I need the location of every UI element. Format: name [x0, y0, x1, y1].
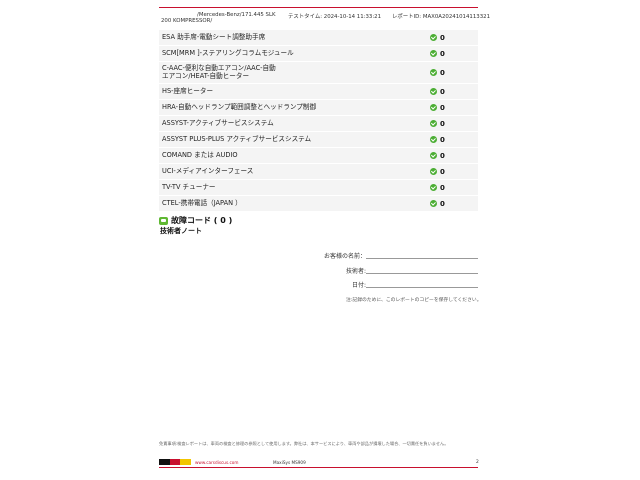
customer-name-line [366, 258, 478, 259]
message-icon [159, 216, 168, 225]
fault-count: 0 [440, 33, 445, 42]
fault-code-title: 故障コード ( 0 ) [171, 216, 233, 225]
date-label: 日付: [351, 282, 366, 289]
table-row: ASSYST PLUS-PLUS アクティブサービスシステム 0 [159, 132, 478, 148]
system-name: SCM[MRM ]-ステアリングコラムモジュール [162, 48, 294, 57]
ok-check-icon [430, 120, 437, 127]
device-model: MaxiSys MS909 [273, 460, 306, 465]
ok-check-icon [430, 50, 437, 57]
table-row: ESA 助手席-電動シート調整助手席 0 [159, 30, 478, 46]
fault-count: 0 [440, 103, 445, 112]
ok-check-icon [430, 136, 437, 143]
system-name: UCI-メディアインターフェース [162, 166, 254, 175]
fault-count: 0 [440, 135, 445, 144]
fault-count: 0 [440, 49, 445, 58]
page-number: 2 [476, 460, 479, 465]
disclaimer: 免責事項:検査レポートは、車両の検査と修理の参照として使用します。弊社は、本サー… [159, 441, 449, 446]
table-row: SCM[MRM ]-ステアリングコラムモジュール 0 [159, 46, 478, 62]
system-name: HRA-自動ヘッドランプ範囲調整とヘッドランプ制御 [162, 102, 317, 111]
system-name: CTEL-携帯電話（JAPAN ） [162, 198, 242, 207]
test-time: テストタイム: 2024-10-14 11:33:21 [288, 14, 382, 20]
technician-label: 技術者: [345, 268, 366, 275]
system-name: COMAND または AUDIO [162, 150, 238, 159]
ok-check-icon [430, 168, 437, 175]
fault-count: 0 [440, 68, 445, 77]
website-link[interactable]: www.carsdiscus.com [195, 460, 238, 465]
table-row: TV-TV チューナー 0 [159, 180, 478, 196]
ok-check-icon [430, 69, 437, 76]
system-name: ASSYST PLUS-PLUS アクティブサービスシステム [162, 134, 312, 143]
ok-check-icon [430, 88, 437, 95]
fault-count: 0 [440, 151, 445, 160]
ok-check-icon [430, 152, 437, 159]
ok-check-icon [430, 104, 437, 111]
system-name: ASSYST-アクティブサービスシステム [162, 118, 274, 127]
vehicle-info-cont: 200 KOMPRESSOR/ [161, 18, 213, 24]
ok-check-icon [430, 184, 437, 191]
system-name: ESA 助手席-電動シート調整助手席 [162, 32, 266, 41]
fault-count: 0 [440, 119, 445, 128]
header-rule [159, 7, 478, 8]
fault-count: 0 [440, 199, 445, 208]
system-results-table: ESA 助手席-電動シート調整助手席 0 SCM[MRM ]-ステアリングコラム… [159, 30, 478, 212]
fault-count: 0 [440, 183, 445, 192]
fault-count: 0 [440, 167, 445, 176]
table-row: CTEL-携帯電話（JAPAN ） 0 [159, 196, 478, 212]
system-name: TV-TV チューナー [162, 182, 216, 191]
system-name: C-AAC-便利な自動エアコン/AAC-自動エアコン/HEAT-自動ヒーター [162, 63, 276, 80]
date-line [366, 287, 478, 288]
table-row: C-AAC-便利な自動エアコン/AAC-自動エアコン/HEAT-自動ヒーター 0 [159, 62, 478, 84]
customer-name-label: お客様の名前： [323, 253, 366, 260]
report-id: レポートID: MAX0A20241014113321 [392, 14, 490, 20]
table-row: COMAND または AUDIO 0 [159, 148, 478, 164]
ok-check-icon [430, 200, 437, 207]
ok-check-icon [430, 34, 437, 41]
table-row: HRA-自動ヘッドランプ範囲調整とヘッドランプ制御 0 [159, 100, 478, 116]
table-row: HS-座席ヒーター 0 [159, 84, 478, 100]
fault-code-heading: 故障コード ( 0 ) [159, 215, 232, 226]
table-row: ASSYST-アクティブサービスシステム 0 [159, 116, 478, 132]
technician-notes-title: 技術者ノート [160, 227, 202, 235]
footer-rule [159, 467, 478, 468]
brand-logo [159, 459, 192, 465]
technician-line [366, 273, 478, 274]
save-copy-note: 注:記録のために、このレポートのコピーを保存してください。 [346, 298, 482, 303]
table-row: UCI-メディアインターフェース 0 [159, 164, 478, 180]
fault-count: 0 [440, 87, 445, 96]
system-name: HS-座席ヒーター [162, 86, 214, 95]
